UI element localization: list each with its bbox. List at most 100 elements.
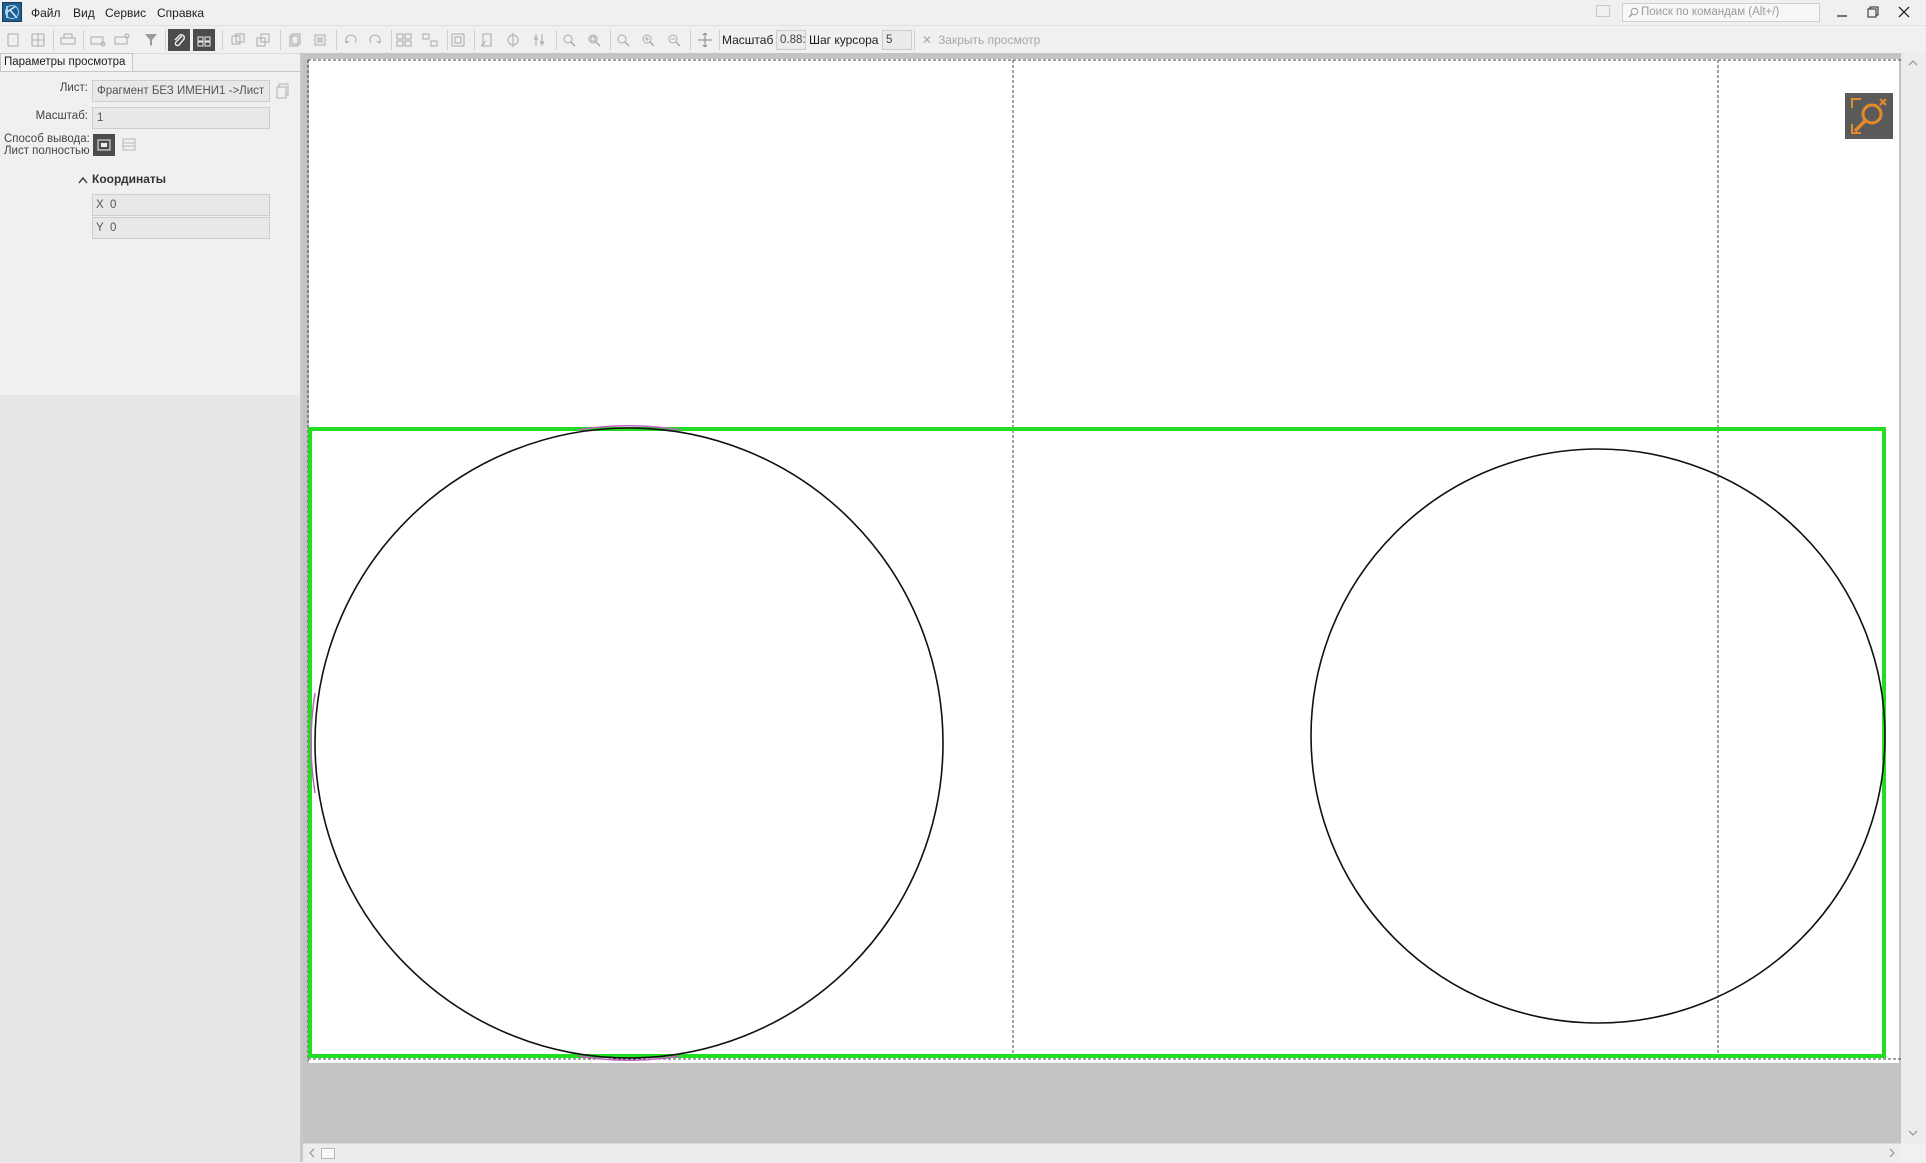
- sheet-label: Лист:: [59, 82, 88, 94]
- duplicate-icon: [314, 34, 326, 46]
- rotate-left-button[interactable]: [340, 29, 362, 51]
- preview-viewport[interactable]: [303, 53, 1901, 1143]
- coord-x-value: 0: [110, 199, 117, 211]
- scale-input[interactable]: 0.88:: [776, 30, 806, 50]
- tile-button[interactable]: [393, 29, 415, 51]
- print-settings-icon: [114, 33, 130, 45]
- merge-button[interactable]: [252, 29, 274, 51]
- pan-button[interactable]: [694, 29, 716, 51]
- output-mode-value: Лист полностью: [4, 145, 90, 157]
- print-setup-button[interactable]: [87, 29, 109, 51]
- paperclip-icon: [174, 34, 185, 47]
- tile-icon: [396, 33, 412, 47]
- copy-sheet-icon[interactable]: [276, 83, 290, 102]
- coord-y-value: 0: [110, 222, 117, 234]
- chevron-up-icon: [78, 176, 88, 184]
- new-document-button[interactable]: [2, 29, 24, 51]
- sheet-select[interactable]: Фрагмент БЕЗ ИМЕНИ1 ->Лист: [92, 80, 270, 102]
- scale-field[interactable]: 1: [92, 107, 270, 129]
- fit-sheet-button[interactable]: [447, 29, 469, 51]
- close-window-button[interactable]: [1889, 0, 1919, 24]
- copy-icon: [289, 33, 301, 47]
- print-settings-button[interactable]: [111, 29, 133, 51]
- fit-width-button[interactable]: [476, 29, 498, 51]
- print-setup-icon: [90, 36, 106, 47]
- duplicate-sheet-button[interactable]: [309, 29, 331, 51]
- restore-icon: [1867, 6, 1879, 18]
- output-mode-label: Способ вывода:: [4, 133, 90, 145]
- close-icon: [1898, 6, 1910, 18]
- menu-bar: Файл Вид Сервис Справка Поиск по команда…: [0, 0, 1926, 26]
- zoom-fit-icon: [563, 34, 576, 47]
- layout-icon[interactable]: [1596, 5, 1610, 17]
- horizontal-scrollbar[interactable]: [303, 1143, 1901, 1163]
- minimize-icon: [1837, 15, 1847, 17]
- zoom-previous-icon: [617, 34, 630, 47]
- menu-service[interactable]: Сервис: [105, 5, 146, 21]
- coord-y-key: Y: [96, 222, 104, 234]
- scroll-right-icon[interactable]: [1885, 1144, 1899, 1163]
- print-button[interactable]: [57, 29, 79, 51]
- scale-field-label: Масштаб:: [35, 110, 88, 122]
- coords-header[interactable]: Координаты: [92, 172, 166, 186]
- close-preview-label: Закрыть просмотр: [938, 33, 1041, 47]
- preview-toolbar: Масштаб 0.88: Шаг курсора 5 ✕ Закрыть про…: [0, 27, 1926, 54]
- minimize-button[interactable]: [1827, 0, 1857, 24]
- preview-canvas[interactable]: [303, 53, 1901, 1143]
- align-button[interactable]: [529, 29, 551, 51]
- coords-collapse-icon[interactable]: [78, 173, 88, 187]
- auto-arrange-icon: [422, 33, 438, 47]
- sheet-layout-icon: [31, 33, 45, 47]
- fit-width-icon: [480, 33, 492, 47]
- cursor-step-input[interactable]: 5: [882, 30, 912, 50]
- zoom-in-button[interactable]: [637, 29, 659, 51]
- layout-grid-button[interactable]: [193, 29, 215, 51]
- zoom-window-button[interactable]: [583, 29, 605, 51]
- zoom-out-button[interactable]: [663, 29, 685, 51]
- panel-empty-area: [0, 395, 300, 1162]
- command-search-placeholder: Поиск по командам (Alt+/): [1641, 6, 1780, 18]
- filter-button[interactable]: [140, 29, 162, 51]
- close-preview-button[interactable]: ✕ Закрыть просмотр: [922, 33, 1040, 47]
- arrange-icon: [231, 33, 245, 45]
- rotate-right-icon: [369, 34, 382, 44]
- output-fragment-button[interactable]: [120, 136, 138, 154]
- zoom-in-icon: [642, 34, 655, 47]
- vertical-scrollbar[interactable]: [1901, 53, 1926, 1143]
- attach-button[interactable]: [168, 29, 190, 51]
- output-full-sheet-button[interactable]: [93, 134, 115, 156]
- scroll-left-icon[interactable]: [305, 1144, 319, 1163]
- pan-icon: [698, 33, 712, 47]
- full-sheet-icon: [97, 139, 111, 151]
- coord-x-key: X: [96, 199, 104, 211]
- fit-sheet-icon: [451, 33, 465, 47]
- cursor-step-label: Шаг курсора: [809, 33, 879, 47]
- app-logo-icon[interactable]: [2, 2, 22, 22]
- zoom-fit-button[interactable]: [558, 29, 580, 51]
- auto-arrange-button[interactable]: [419, 29, 441, 51]
- zoom-previous-button[interactable]: [612, 29, 634, 51]
- zoom-preview-icon: [1851, 98, 1887, 134]
- align-icon: [534, 34, 544, 46]
- scale-label: Масштаб: [722, 33, 774, 47]
- snap-button[interactable]: [502, 29, 524, 51]
- tab-view-parameters[interactable]: Параметры просмотра: [0, 53, 133, 71]
- snap-icon: [507, 33, 519, 47]
- zoom-preview-button[interactable]: [1845, 93, 1893, 139]
- sheet-layout-button[interactable]: [27, 29, 49, 51]
- menu-file[interactable]: Файл: [31, 5, 61, 21]
- rotate-right-button[interactable]: [364, 29, 386, 51]
- vscroll-arrows: [1908, 60, 1918, 1136]
- copy-sheet-button[interactable]: [284, 29, 306, 51]
- hscroll-thumb[interactable]: [321, 1148, 335, 1159]
- arrange-button[interactable]: [227, 29, 249, 51]
- menu-help[interactable]: Справка: [157, 5, 204, 21]
- zoom-out-icon: [668, 34, 681, 47]
- print-icon: [60, 33, 76, 45]
- search-icon: [1628, 7, 1639, 18]
- restore-button[interactable]: [1858, 0, 1888, 24]
- command-search-input[interactable]: Поиск по командам (Alt+/): [1622, 3, 1820, 22]
- coord-y-field[interactable]: Y 0: [92, 217, 270, 239]
- coord-x-field[interactable]: X 0: [92, 194, 270, 216]
- menu-view[interactable]: Вид: [73, 5, 95, 21]
